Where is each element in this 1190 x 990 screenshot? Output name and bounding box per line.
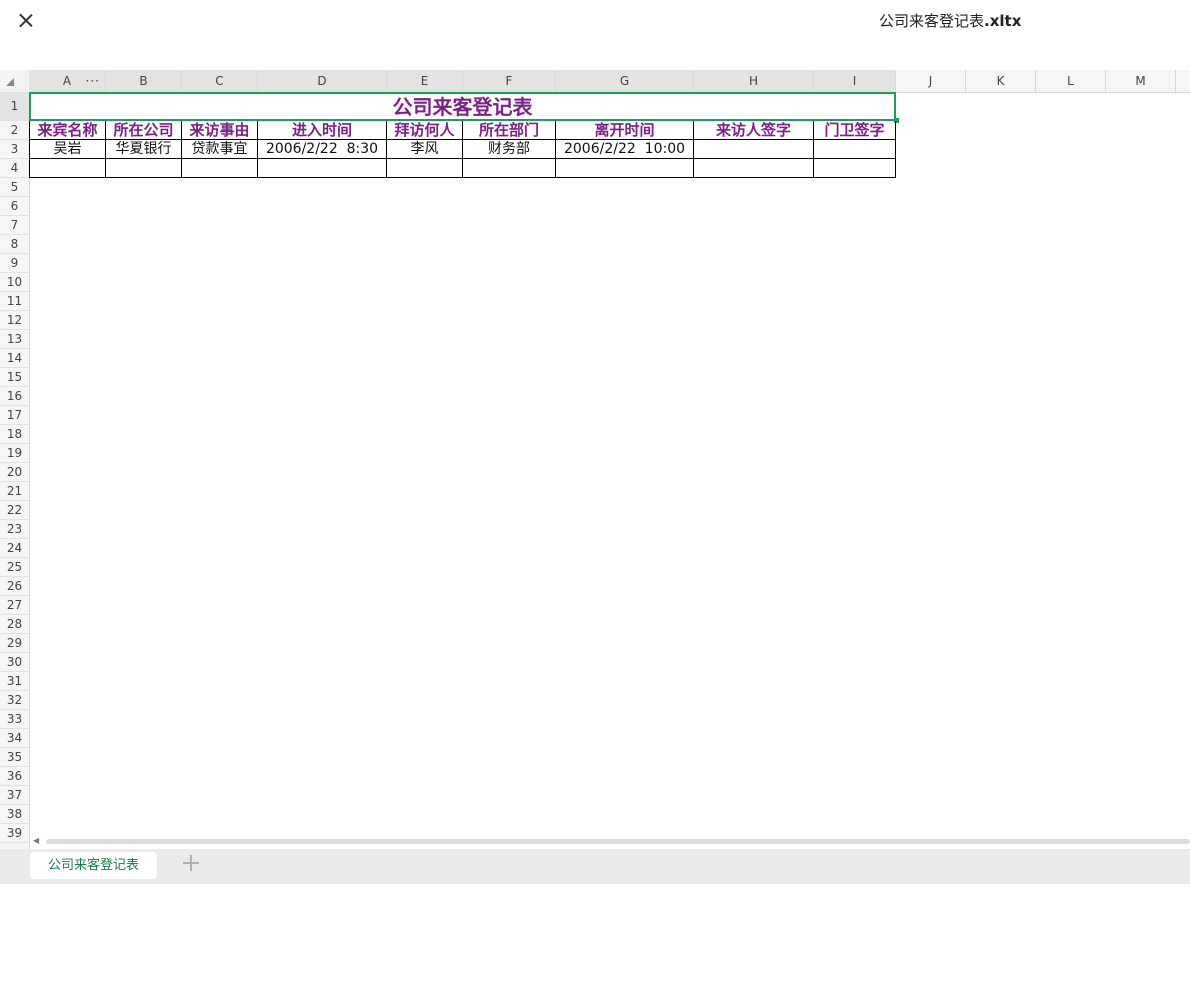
header-cell[interactable]: 所在公司 [106,121,182,140]
row-header[interactable]: 27 [0,596,29,615]
data-cell[interactable]: 吴岩 [29,140,106,159]
row-header[interactable]: 11 [0,292,29,311]
row-header[interactable]: 26 [0,577,29,596]
header-cell[interactable]: 来访人签字 [694,121,814,140]
plus-icon[interactable] [182,854,200,872]
row-header[interactable]: 18 [0,425,29,444]
column-header-m[interactable]: M [1106,70,1176,92]
row-header[interactable]: 30 [0,653,29,672]
column-header-j[interactable]: J [896,70,966,92]
row-header[interactable]: 37 [0,786,29,805]
more-icon[interactable]: ··· [86,70,100,92]
row-header[interactable]: 1 [0,92,29,121]
column-header-b[interactable]: B [106,70,182,92]
scroll-left-icon[interactable]: ◀ [33,836,39,845]
select-all-icon [6,78,14,86]
data-cell[interactable] [814,159,896,178]
column-header-k[interactable]: K [966,70,1036,92]
row-header[interactable]: 35 [0,748,29,767]
column-header-c[interactable]: C [182,70,258,92]
row-header[interactable]: 19 [0,444,29,463]
data-cell[interactable]: 贷款事宜 [182,140,258,159]
data-cell[interactable] [694,159,814,178]
column-header-bar: A ··· B C D E F G H I J K L M [0,70,1190,93]
column-header-a[interactable]: A ··· [29,70,106,92]
data-cell[interactable]: 2006/2/22 8:30 [258,140,387,159]
row-header[interactable]: 5 [0,178,29,197]
data-cell[interactable]: 李风 [387,140,463,159]
data-cell[interactable] [814,140,896,159]
row-header[interactable]: 7 [0,216,29,235]
file-title-name: 公司来客登记表 [879,12,985,30]
row-header[interactable]: 15 [0,368,29,387]
row-header[interactable]: 16 [0,387,29,406]
row-header[interactable]: 31 [0,672,29,691]
data-cell[interactable] [556,159,694,178]
data-cell[interactable]: 财务部 [463,140,556,159]
row-header[interactable]: 25 [0,558,29,577]
column-header-d[interactable]: D [258,70,387,92]
row-header[interactable]: 22 [0,501,29,520]
spreadsheet-grid[interactable]: A ··· B C D E F G H I J K L M 1 2 3 4 5 6… [0,70,1190,850]
row-header[interactable]: 8 [0,235,29,254]
column-label: A [62,74,72,88]
row-header[interactable]: 33 [0,710,29,729]
sheet-tab[interactable]: 公司来客登记表 [30,852,157,879]
header-cell[interactable]: 拜访何人 [387,121,463,140]
data-cell[interactable] [29,159,106,178]
row-header[interactable]: 23 [0,520,29,539]
row-header-bar: 1 2 3 4 5 6 7 8 9 10 11 12 13 14 15 16 1… [0,92,30,850]
row-header[interactable]: 36 [0,767,29,786]
row-header[interactable]: 28 [0,615,29,634]
data-cell[interactable]: 2006/2/22 10:00 [556,140,694,159]
row-header[interactable]: 32 [0,691,29,710]
header-cell[interactable]: 所在部门 [463,121,556,140]
scrollbar-thumb[interactable] [46,839,1190,844]
row-header[interactable]: 17 [0,406,29,425]
row-header[interactable]: 39 [0,824,29,843]
sheet-tab-bar: 公司来客登记表 [0,849,1190,884]
row-header[interactable]: 34 [0,729,29,748]
row-header[interactable]: 21 [0,482,29,501]
header-cell[interactable]: 离开时间 [556,121,694,140]
column-header-l[interactable]: L [1036,70,1106,92]
header-cell[interactable]: 门卫签字 [814,121,896,140]
row-header[interactable]: 13 [0,330,29,349]
top-bar: 公司来客登记表.xltx [0,0,1190,40]
close-icon[interactable] [16,10,36,30]
row-header[interactable]: 29 [0,634,29,653]
data-cell[interactable] [387,159,463,178]
row-header[interactable]: 20 [0,463,29,482]
header-cell[interactable]: 来访事由 [182,121,258,140]
column-header-e[interactable]: E [387,70,463,92]
column-header-f[interactable]: F [463,70,556,92]
row-header[interactable]: 4 [0,159,29,178]
row-header[interactable]: 24 [0,539,29,558]
file-title: 公司来客登记表.xltx [879,10,1021,31]
data-cell[interactable]: 华夏银行 [106,140,182,159]
row-header[interactable]: 9 [0,254,29,273]
row-header[interactable]: 14 [0,349,29,368]
row-header[interactable]: 10 [0,273,29,292]
sheet-title-cell[interactable]: 公司来客登记表 [29,92,896,121]
data-cell[interactable] [463,159,556,178]
data-cell[interactable] [106,159,182,178]
row-header[interactable]: 3 [0,140,29,159]
row-header[interactable]: 6 [0,197,29,216]
column-header-h[interactable]: H [694,70,814,92]
column-header-g[interactable]: G [556,70,694,92]
row-header[interactable]: 38 [0,805,29,824]
row-header[interactable]: 12 [0,311,29,330]
select-all-corner[interactable] [0,70,30,92]
data-cell[interactable] [182,159,258,178]
data-cell[interactable] [694,140,814,159]
horizontal-scrollbar[interactable]: ◀ [29,836,1190,846]
header-cell[interactable]: 来宾名称 [29,121,106,140]
header-cell[interactable]: 进入时间 [258,121,387,140]
row-header[interactable]: 2 [0,121,29,140]
file-title-ext: .xltx [984,12,1022,30]
data-cell[interactable] [258,159,387,178]
column-header-i[interactable]: I [814,70,896,92]
